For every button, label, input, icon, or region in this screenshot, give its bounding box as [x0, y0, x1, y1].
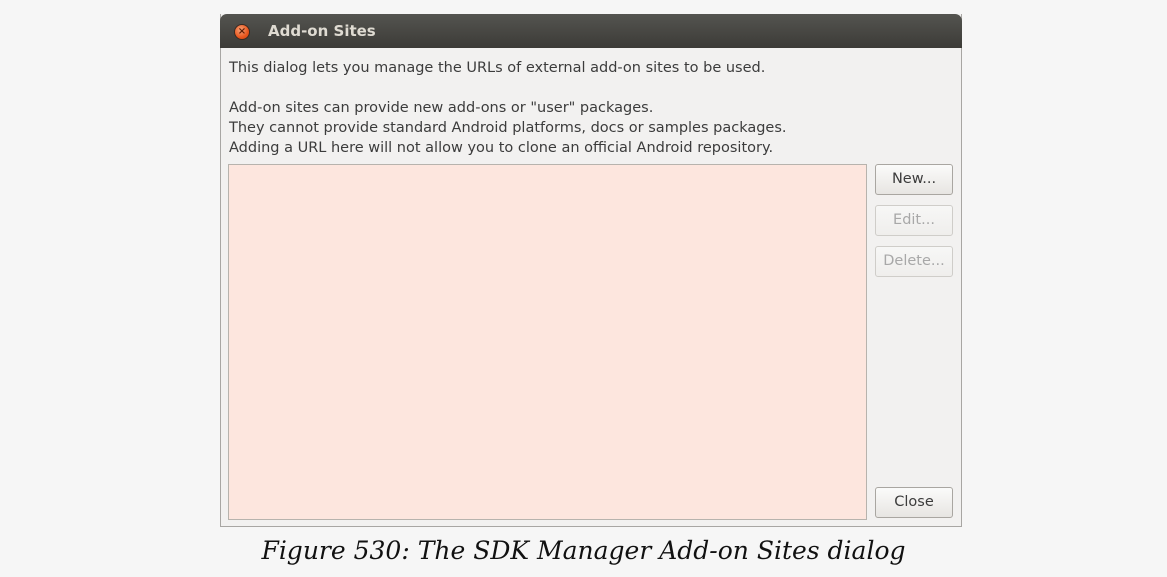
close-icon[interactable]: × [234, 24, 250, 40]
edit-button[interactable]: Edit... [875, 205, 953, 236]
close-button[interactable]: Close [875, 487, 953, 518]
description-line: This dialog lets you manage the URLs of … [229, 60, 766, 76]
description-line: Add-on sites can provide new add-ons or … [229, 100, 654, 116]
description-line: They cannot provide standard Android pla… [229, 120, 787, 136]
title-bar[interactable]: × Add-on Sites [220, 14, 962, 48]
dialog-description: This dialog lets you manage the URLs of … [229, 58, 787, 158]
add-on-sites-dialog: × Add-on Sites This dialog lets you mana… [220, 14, 962, 527]
description-line: Adding a URL here will not allow you to … [229, 140, 774, 156]
window-title: Add-on Sites [268, 22, 376, 40]
new-button[interactable]: New... [875, 164, 953, 195]
delete-button[interactable]: Delete... [875, 246, 953, 277]
figure-caption: Figure 530: The SDK Manager Add-on Sites… [261, 536, 906, 565]
add-on-sites-list[interactable] [228, 164, 867, 520]
